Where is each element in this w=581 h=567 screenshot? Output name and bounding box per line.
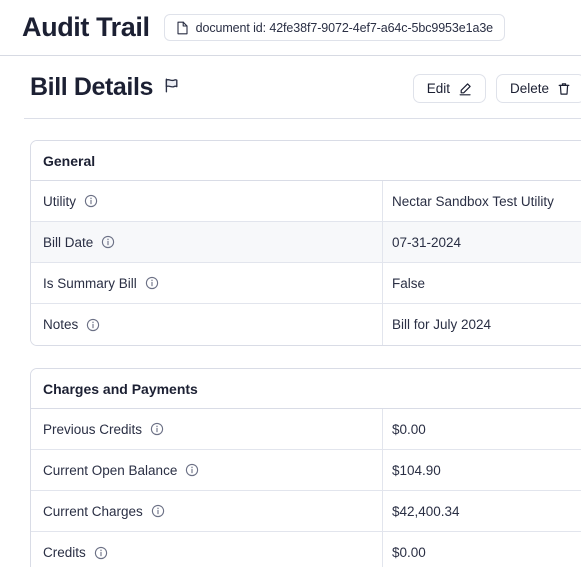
pencil-icon (458, 82, 472, 96)
row-label: Credits (43, 545, 86, 560)
info-icon[interactable] (150, 422, 164, 436)
edit-button-label: Edit (426, 81, 450, 96)
trash-icon (557, 82, 571, 96)
info-icon[interactable] (185, 463, 199, 477)
table-row: Notes Bill for July 2024 (31, 304, 581, 345)
row-value: False (392, 275, 426, 291)
document-id-chip[interactable]: document id: 42fe38f7-9072-4ef7-a64c-5bc… (163, 14, 506, 41)
heading-divider (24, 118, 581, 119)
section-general: General Utility Nectar Sandbox Test Util… (30, 140, 581, 346)
row-label: Notes (43, 317, 79, 332)
page-title: Bill Details (30, 72, 154, 101)
info-icon[interactable] (145, 276, 159, 290)
row-label: Current Charges (43, 503, 143, 519)
table-row: Utility Nectar Sandbox Test Utility (31, 181, 581, 222)
flag-icon[interactable] (163, 77, 180, 94)
row-label-cell: Credits (31, 532, 383, 567)
bill-details-content: General Utility Nectar Sandbox Test Util… (0, 140, 581, 567)
row-label-cell: Previous Credits (31, 409, 383, 449)
edit-button[interactable]: Edit (412, 74, 486, 103)
row-value: $0.00 (392, 421, 426, 437)
row-label-cell: Utility (31, 181, 383, 221)
table-row: Previous Credits $0.00 (31, 409, 581, 450)
app-title: Audit Trail (22, 12, 150, 42)
row-label: Utility (43, 193, 76, 209)
row-value: Nectar Sandbox Test Utility (392, 193, 554, 209)
section-charges-title: Charges and Payments (31, 369, 581, 409)
row-label: Current Open Balance (43, 462, 178, 478)
row-value: $42,400.34 (392, 503, 460, 519)
section-general-title: General (31, 141, 581, 181)
row-label-cell: Notes (31, 304, 383, 345)
table-row: Current Charges $42,400.34 (31, 491, 581, 532)
row-value: $104.90 (392, 462, 441, 478)
info-icon[interactable] (101, 235, 115, 249)
row-label: Bill Date (43, 234, 94, 250)
row-label-cell: Current Charges (31, 491, 383, 531)
info-icon[interactable] (84, 194, 98, 208)
info-icon[interactable] (86, 318, 100, 332)
row-value: $0.00 (392, 545, 426, 560)
table-row: Is Summary Bill False (31, 263, 581, 304)
row-value: 07-31-2024 (392, 234, 462, 250)
table-row: Bill Date 07-31-2024 (31, 222, 581, 263)
section-charges-and-payments: Charges and Payments Previous Credits $0… (30, 368, 581, 567)
row-label-cell: Current Open Balance (31, 450, 383, 490)
row-label-cell: Is Summary Bill (31, 263, 383, 303)
document-id-text: document id: 42fe38f7-9072-4ef7-a64c-5bc… (195, 20, 494, 35)
app-header: Audit Trail document id: 42fe38f7-9072-4… (0, 0, 581, 56)
page-heading-row: Bill Details Edit Delete (0, 56, 581, 118)
delete-button[interactable]: Delete (495, 74, 581, 103)
table-row: Credits $0.00 (31, 532, 581, 567)
delete-button-label: Delete (509, 81, 549, 96)
table-row: Current Open Balance $104.90 (31, 450, 581, 491)
row-label-cell: Bill Date (31, 222, 383, 262)
info-icon[interactable] (151, 504, 165, 518)
info-icon[interactable] (94, 546, 108, 560)
document-icon (176, 21, 189, 35)
row-label: Previous Credits (43, 421, 143, 437)
row-label: Is Summary Bill (43, 275, 137, 291)
page-actions: Edit Delete (412, 74, 581, 103)
row-value: Bill for July 2024 (392, 317, 492, 332)
